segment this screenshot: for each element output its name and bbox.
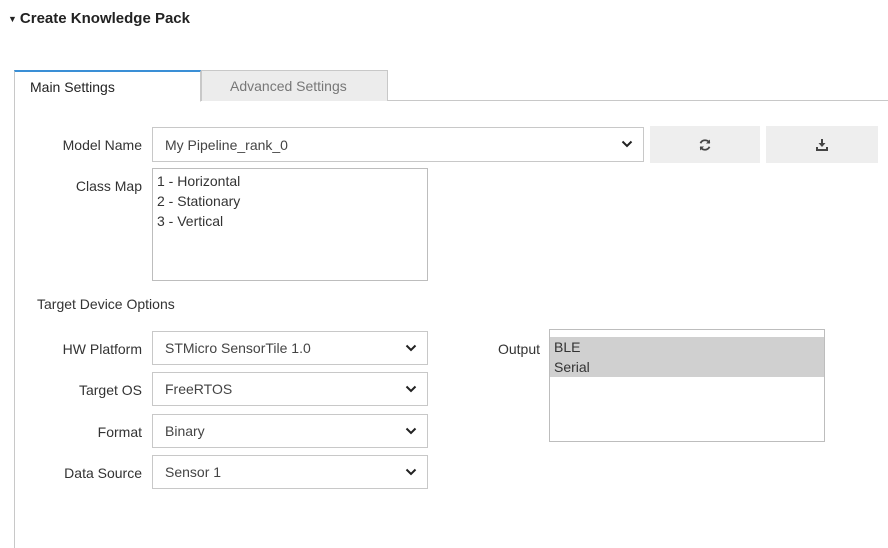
data-source-label: Data Source <box>64 465 142 481</box>
output-option-ble[interactable]: BLE <box>550 337 824 357</box>
tab-main-settings[interactable]: Main Settings <box>14 70 201 102</box>
tab-main-settings-label: Main Settings <box>30 78 115 95</box>
target-os-label: Target OS <box>78 382 142 398</box>
download-icon <box>816 138 828 151</box>
format-select[interactable]: Binary <box>152 414 428 448</box>
tab-bar: Main Settings Advanced Settings <box>14 70 888 102</box>
refresh-icon <box>699 138 711 151</box>
chevron-down-icon <box>405 427 417 435</box>
output-listbox[interactable]: BLE Serial <box>549 329 825 442</box>
chevron-down-icon <box>405 468 417 476</box>
format-value: Binary <box>165 423 205 439</box>
class-map-item[interactable]: 2 - Stationary <box>157 191 423 211</box>
target-device-heading: Target Device Options <box>37 296 175 312</box>
output-label: Output <box>497 341 540 357</box>
caret-down-icon: ▼ <box>8 13 17 24</box>
target-os-value: FreeRTOS <box>165 381 233 397</box>
tab-advanced-settings-label: Advanced Settings <box>230 78 347 94</box>
chevron-down-icon <box>621 140 633 148</box>
class-map-listbox[interactable]: 1 - Horizontal 2 - Stationary 3 - Vertic… <box>152 168 428 281</box>
model-name-value: My Pipeline_rank_0 <box>165 136 288 153</box>
class-map-item[interactable]: 3 - Vertical <box>157 211 423 231</box>
hw-platform-value: STMicro SensorTile 1.0 <box>165 340 311 356</box>
output-option-serial[interactable]: Serial <box>550 357 824 377</box>
chevron-down-icon <box>405 344 417 352</box>
class-map-label: Class Map <box>75 178 142 194</box>
panel-left-border <box>14 100 15 548</box>
target-os-select[interactable]: FreeRTOS <box>152 372 428 406</box>
class-map-item[interactable]: 1 - Horizontal <box>157 171 423 191</box>
data-source-value: Sensor 1 <box>165 464 222 480</box>
chevron-down-icon <box>405 385 417 393</box>
section-title: Create Knowledge Pack <box>19 10 190 27</box>
data-source-select[interactable]: Sensor 1 <box>152 455 428 489</box>
tab-advanced-settings[interactable]: Advanced Settings <box>201 70 388 101</box>
download-button[interactable] <box>766 126 878 163</box>
format-label: Format <box>97 424 142 440</box>
refresh-button[interactable] <box>650 126 760 163</box>
model-name-label: Model Name <box>62 137 142 153</box>
hw-platform-label: HW Platform <box>62 341 142 357</box>
section-header-toggle[interactable]: ▼ Create Knowledge Pack <box>8 10 190 27</box>
model-name-select[interactable]: My Pipeline_rank_0 <box>152 127 644 162</box>
hw-platform-select[interactable]: STMicro SensorTile 1.0 <box>152 331 428 365</box>
